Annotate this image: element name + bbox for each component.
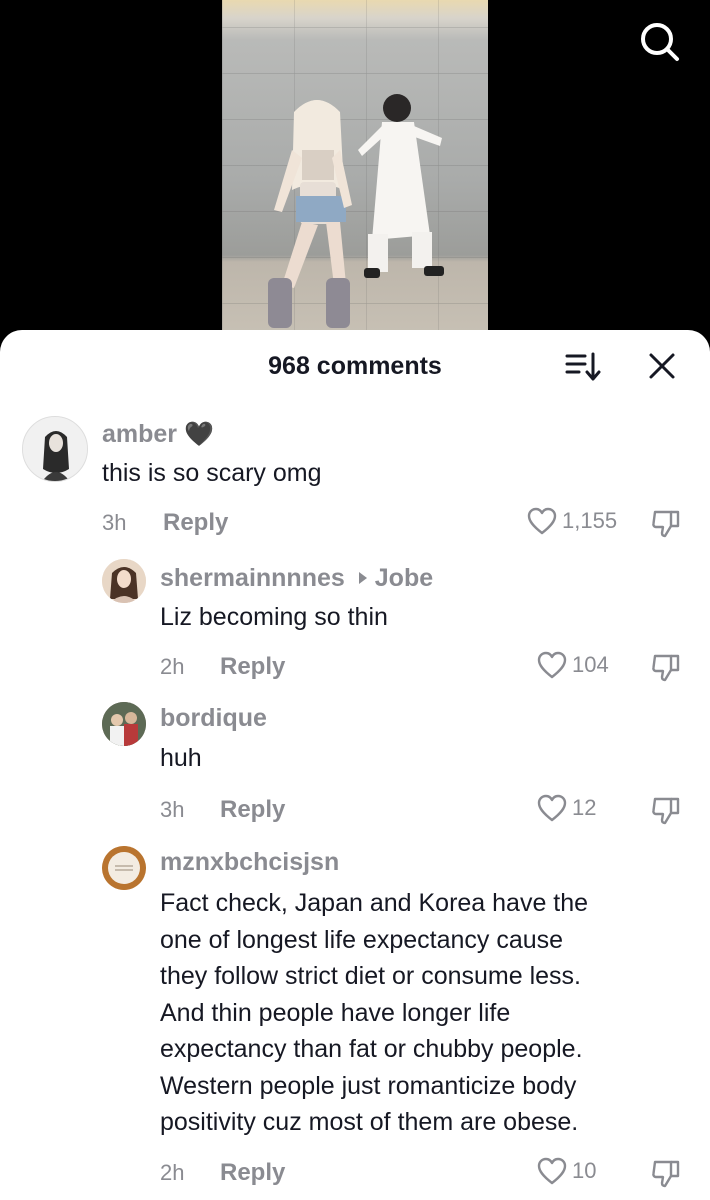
- like-count: 10: [572, 1158, 597, 1183]
- comment-text: Fact check, Japan and Korea have the one…: [160, 885, 588, 1141]
- like-button[interactable]: 10: [537, 1157, 596, 1185]
- like-button[interactable]: 104: [537, 651, 609, 679]
- reply-button[interactable]: Reply: [220, 653, 285, 681]
- video-frame[interactable]: [222, 0, 488, 340]
- username-text[interactable]: mznxbchcisjsn: [160, 848, 339, 876]
- heart-icon: [527, 507, 557, 535]
- comments-header: 968 comments: [0, 330, 710, 400]
- username-text[interactable]: amber: [102, 420, 177, 448]
- comment-text-line: And thin people have longer life: [160, 998, 511, 1027]
- reply-button[interactable]: Reply: [163, 509, 228, 537]
- username-text[interactable]: bordique: [160, 704, 267, 732]
- comment-text-line: positivity cuz most of them are obese.: [160, 1108, 579, 1136]
- username-text[interactable]: shermainnnnes: [160, 564, 345, 592]
- avatar[interactable]: [102, 702, 146, 746]
- close-icon[interactable]: [646, 350, 678, 382]
- like-count: 104: [572, 652, 609, 677]
- like-count: 1,155: [562, 508, 618, 533]
- sort-icon[interactable]: [565, 350, 601, 382]
- username: mznxbchcisjsn: [160, 848, 339, 877]
- dislike-icon[interactable]: [650, 795, 682, 827]
- reply-comment-item: bordique huh 3h Reply 12: [0, 700, 710, 840]
- comment-time: 2h: [160, 654, 185, 679]
- comment-time: 3h: [102, 510, 127, 535]
- avatar[interactable]: [102, 846, 146, 890]
- username: amber 🖤: [102, 420, 214, 449]
- heart-icon: [537, 794, 567, 822]
- comment-text-line: expectancy than fat or chubby people.: [160, 1035, 583, 1063]
- reply-comment-item: shermainnnnes Jobe Liz becoming so thin 2…: [0, 555, 710, 695]
- avatar[interactable]: [22, 416, 88, 482]
- heart-emoji: 🖤: [184, 420, 214, 448]
- comment-text-line: Fact check, Japan and Korea have the: [160, 889, 589, 917]
- comment-time: 2h: [160, 1160, 185, 1185]
- comment-time: 3h: [160, 797, 185, 822]
- reply-button[interactable]: Reply: [220, 1159, 285, 1187]
- search-icon[interactable]: [638, 20, 682, 64]
- reply-to-arrow-icon: [358, 572, 367, 585]
- comments-sheet: 968 comments amber 🖤 this is so scary om…: [0, 330, 710, 1200]
- avatar[interactable]: [102, 559, 146, 603]
- heart-icon: [537, 651, 567, 679]
- like-button[interactable]: 12: [537, 794, 596, 822]
- comment-text: Liz becoming so thin: [160, 603, 388, 631]
- comments-count-title: 968 comments: [268, 352, 442, 380]
- comment-item: amber 🖤 this is so scary omg 3h Reply 1,…: [0, 410, 710, 550]
- comment-text: huh: [160, 744, 202, 772]
- like-button[interactable]: 1,155: [527, 507, 617, 535]
- dancers-image: [268, 94, 444, 328]
- dislike-icon[interactable]: [650, 1158, 682, 1190]
- username: shermainnnnes Jobe: [160, 564, 433, 593]
- video-player[interactable]: [0, 0, 710, 340]
- dislike-icon[interactable]: [650, 508, 682, 540]
- heart-icon: [537, 1157, 567, 1185]
- reply-to-username[interactable]: Jobe: [375, 564, 433, 592]
- dislike-icon[interactable]: [650, 652, 682, 684]
- like-count: 12: [572, 795, 597, 820]
- username: bordique: [160, 704, 267, 733]
- comment-text-line: one of longest life expectancy cause: [160, 925, 564, 954]
- comment-text-line: Western people just romanticize body: [160, 1071, 577, 1100]
- reply-button[interactable]: Reply: [220, 796, 285, 824]
- reply-comment-item: mznxbchcisjsn Fact check, Japan and Kore…: [0, 842, 710, 1200]
- comment-text: this is so scary omg: [102, 459, 322, 487]
- comment-text-line: they follow strict diet or consume less.: [160, 962, 581, 990]
